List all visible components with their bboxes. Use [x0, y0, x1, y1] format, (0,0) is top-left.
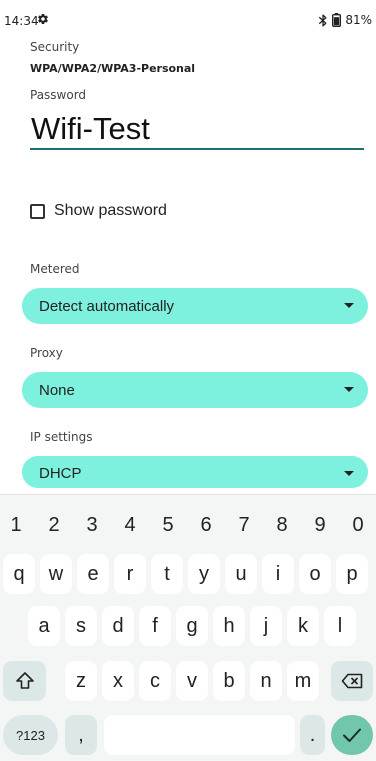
- key-t[interactable]: t: [151, 554, 183, 594]
- key-w[interactable]: w: [40, 554, 72, 594]
- key-o[interactable]: o: [299, 554, 331, 594]
- key-3[interactable]: 3: [76, 505, 108, 545]
- key-l[interactable]: l: [324, 606, 356, 646]
- key-f[interactable]: f: [139, 606, 171, 646]
- gear-icon: [38, 14, 48, 25]
- status-time: 14:34: [4, 14, 39, 28]
- password-label: Password: [30, 88, 87, 102]
- key-d[interactable]: d: [102, 606, 134, 646]
- ip-settings-dropdown[interactable]: DHCP: [22, 456, 368, 488]
- key-8[interactable]: 8: [266, 505, 298, 545]
- backspace-icon: [341, 673, 363, 689]
- key-u[interactable]: u: [225, 554, 257, 594]
- ip-settings-value: DHCP: [39, 464, 82, 482]
- letter-row-3: z x c v b n m: [0, 661, 376, 701]
- key-s[interactable]: s: [65, 606, 97, 646]
- key-1[interactable]: 1: [0, 505, 32, 545]
- letter-row-1: q w e r t y u i o p: [0, 554, 376, 594]
- bluetooth-icon: [319, 13, 327, 27]
- metered-label: Metered: [30, 262, 80, 276]
- shift-icon: [15, 672, 34, 689]
- key-n[interactable]: n: [250, 661, 282, 701]
- security-label: Security: [30, 40, 80, 54]
- letter-row-2: a s d f g h j k l: [0, 606, 376, 646]
- key-6[interactable]: 6: [190, 505, 222, 545]
- key-p[interactable]: p: [336, 554, 368, 594]
- battery-percent: 81%: [345, 13, 372, 27]
- bottom-row: ?123 , .: [0, 715, 376, 755]
- enter-key[interactable]: [331, 715, 373, 755]
- battery-icon: [332, 13, 342, 27]
- key-c[interactable]: c: [139, 661, 171, 701]
- number-row: 1 2 3 4 5 6 7 8 9 0: [0, 505, 376, 545]
- checkbox-box[interactable]: [30, 203, 45, 219]
- key-h[interactable]: h: [213, 606, 245, 646]
- backspace-key[interactable]: [331, 661, 373, 701]
- key-r[interactable]: r: [114, 554, 146, 594]
- key-7[interactable]: 7: [228, 505, 260, 545]
- status-indicators: 81%: [318, 13, 372, 27]
- key-a[interactable]: a: [28, 606, 60, 646]
- key-x[interactable]: x: [102, 661, 134, 701]
- password-input[interactable]: [30, 110, 364, 150]
- key-b[interactable]: b: [213, 661, 245, 701]
- caret-down-icon: [344, 303, 354, 308]
- security-value: WPA/WPA2/WPA3-Personal: [30, 62, 196, 75]
- key-q[interactable]: q: [3, 554, 35, 594]
- proxy-label: Proxy: [30, 346, 63, 360]
- metered-value: Detect automatically: [39, 297, 175, 315]
- key-y[interactable]: y: [188, 554, 220, 594]
- show-password-checkbox[interactable]: Show password: [30, 200, 167, 222]
- key-e[interactable]: e: [77, 554, 109, 594]
- ip-settings-label: IP settings: [30, 430, 93, 444]
- key-2[interactable]: 2: [38, 505, 70, 545]
- shift-key[interactable]: [3, 661, 46, 701]
- metered-dropdown[interactable]: Detect automatically: [22, 288, 368, 324]
- key-k[interactable]: k: [287, 606, 319, 646]
- key-4[interactable]: 4: [114, 505, 146, 545]
- key-z[interactable]: z: [65, 661, 97, 701]
- key-j[interactable]: j: [250, 606, 282, 646]
- symbols-key[interactable]: ?123: [3, 715, 58, 755]
- caret-down-icon: [344, 387, 354, 392]
- checkmark-icon: [343, 728, 361, 742]
- keyboard: 1 2 3 4 5 6 7 8 9 0 q w e r t y u i o p …: [0, 494, 376, 761]
- status-bar: 14:34 81%: [0, 0, 376, 34]
- period-key[interactable]: .: [300, 715, 325, 755]
- key-m[interactable]: m: [287, 661, 319, 701]
- comma-key[interactable]: ,: [65, 715, 97, 755]
- proxy-value: None: [39, 381, 75, 399]
- show-password-label: Show password: [54, 202, 167, 219]
- key-i[interactable]: i: [262, 554, 294, 594]
- spacebar-key[interactable]: [104, 715, 295, 755]
- key-9[interactable]: 9: [304, 505, 336, 545]
- caret-down-icon: [344, 471, 354, 476]
- key-g[interactable]: g: [176, 606, 208, 646]
- key-v[interactable]: v: [176, 661, 208, 701]
- key-5[interactable]: 5: [152, 505, 184, 545]
- key-0[interactable]: 0: [342, 505, 374, 545]
- proxy-dropdown[interactable]: None: [22, 372, 368, 408]
